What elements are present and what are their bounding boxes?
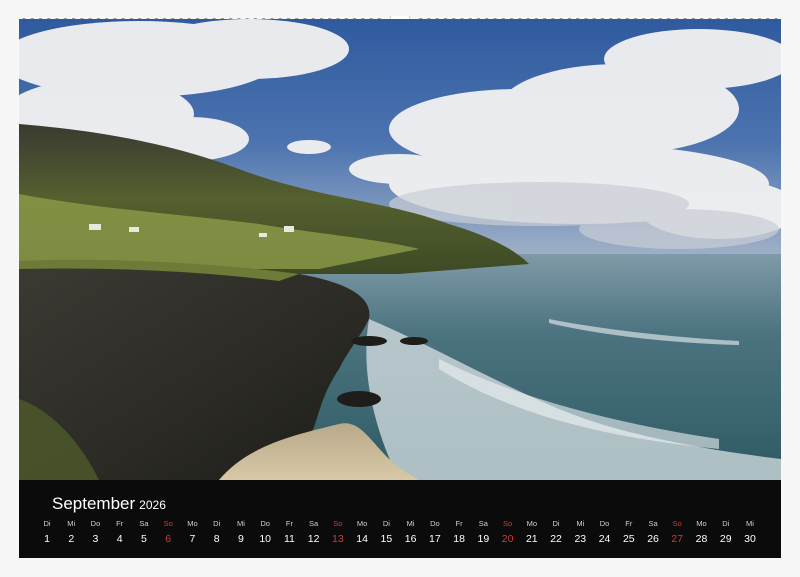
weekday-label: Sa <box>139 519 149 528</box>
weekday-label: Mi <box>576 519 585 528</box>
day-cell: Do 17 <box>425 519 445 545</box>
day-number: 23 <box>574 533 587 545</box>
day-cell: Do 10 <box>255 519 275 545</box>
day-number: 25 <box>622 533 635 545</box>
weekday-label: Di <box>722 519 730 528</box>
day-cell: Di 1 <box>37 519 57 545</box>
day-cell: Mo 28 <box>692 519 712 545</box>
weekday-label: Do <box>90 519 101 528</box>
day-grid: Di 1 Mi 2 Do 3 Fr 4 Sa 5 So 6 Mo 7 Di 8 Mi 9 Do 10 Fr 11 Sa 12 S… <box>43 519 755 553</box>
day-cell: Di 29 <box>716 519 736 545</box>
day-number: 29 <box>719 533 732 545</box>
day-cell: Di 8 <box>207 519 227 545</box>
day-number: 10 <box>259 533 272 545</box>
day-number: 12 <box>307 533 320 545</box>
day-cell: Mo 21 <box>522 519 542 545</box>
day-number: 28 <box>695 533 708 545</box>
weekday-label: Mi <box>236 519 245 528</box>
day-cell: Mo 14 <box>352 519 372 545</box>
weekday-label: Fr <box>625 519 633 528</box>
day-cell: Sa 26 <box>643 519 663 545</box>
weekday-label: Mo <box>526 519 538 528</box>
weekday-label: Mo <box>696 519 707 528</box>
day-number: 27 <box>671 533 684 545</box>
day-cell: Do 24 <box>595 519 615 545</box>
weekday-label: Mi <box>406 519 415 528</box>
day-number: 1 <box>44 533 50 545</box>
day-number: 16 <box>404 533 417 545</box>
day-number: 26 <box>647 533 659 545</box>
day-cell: Fr 4 <box>110 519 130 545</box>
weekday-label: So <box>672 519 682 528</box>
day-number: 13 <box>332 533 344 545</box>
day-number: 4 <box>116 533 123 545</box>
landscape-photo <box>19 19 781 480</box>
weekday-label: Do <box>260 519 270 528</box>
month-name: September <box>52 494 136 513</box>
day-cell: So 20 <box>498 519 518 545</box>
calendar-page: September 2026 Di 1 Mi 2 Do 3 Fr 4 Sa 5 So 6 Mo 7 Di 8 Mi… <box>0 0 800 577</box>
weekday-label: Fr <box>455 519 463 528</box>
day-cell: Sa 12 <box>304 519 324 545</box>
weekday-label: Mi <box>746 519 754 528</box>
weekday-label: Fr <box>285 519 293 528</box>
day-cell: Mo 7 <box>182 519 202 545</box>
weekday-label: Do <box>599 519 610 528</box>
day-cell: Mi 23 <box>570 519 590 545</box>
day-cell: Fr 18 <box>449 519 469 545</box>
weekday-label: Di <box>382 519 390 528</box>
day-number: 24 <box>598 533 611 545</box>
day-number: 14 <box>356 533 368 545</box>
day-cell: Mi 9 <box>231 519 251 545</box>
coastal-cliff-image <box>19 19 781 480</box>
weekday-label: So <box>163 519 173 528</box>
day-cell: Di 22 <box>546 519 566 545</box>
day-cell: Mi 2 <box>61 519 81 545</box>
day-number: 17 <box>429 533 441 545</box>
day-number: 22 <box>550 533 562 545</box>
weekday-label: Mi <box>67 519 76 528</box>
day-number: 19 <box>477 533 490 545</box>
weekday-label: Di <box>213 519 221 528</box>
day-cell: Do 3 <box>85 519 105 545</box>
weekday-label: Mo <box>356 519 368 528</box>
day-cell: So 13 <box>328 519 348 545</box>
weekday-label: Sa <box>309 519 319 528</box>
day-cell: Mi 16 <box>401 519 421 545</box>
calendar-strip: September 2026 Di 1 Mi 2 Do 3 Fr 4 Sa 5 So 6 Mo 7 Di 8 Mi… <box>19 480 781 558</box>
day-cell: Fr 25 <box>619 519 639 545</box>
day-number: 15 <box>380 533 393 545</box>
day-number: 5 <box>141 533 147 545</box>
day-cell: Sa 19 <box>473 519 493 545</box>
day-cell: So 6 <box>158 519 178 545</box>
day-cell: Di 15 <box>376 519 396 545</box>
day-cell: Sa 5 <box>134 519 154 545</box>
weekday-label: Mo <box>187 519 198 528</box>
weekday-label: So <box>333 519 343 528</box>
day-number: 30 <box>744 533 756 545</box>
weekday-label: Di <box>43 519 51 528</box>
day-number: 9 <box>238 533 244 545</box>
day-cell: So 27 <box>667 519 687 545</box>
day-number: 11 <box>283 533 295 545</box>
day-number: 18 <box>453 533 465 545</box>
day-number: 7 <box>189 533 196 545</box>
weekday-label: Do <box>430 519 440 528</box>
day-number: 8 <box>213 533 220 545</box>
weekday-label: Di <box>552 519 560 528</box>
day-number: 21 <box>525 533 538 545</box>
weekday-label: So <box>502 519 513 528</box>
weekday-label: Sa <box>648 519 658 528</box>
weekday-label: Sa <box>478 519 488 528</box>
day-number: 3 <box>92 533 99 545</box>
year-label: 2026 <box>139 498 166 512</box>
day-cell: Fr 11 <box>279 519 299 545</box>
day-number: 6 <box>165 533 172 545</box>
weekday-label: Fr <box>116 519 124 528</box>
month-title: September 2026 <box>52 494 166 514</box>
day-number: 2 <box>68 533 75 545</box>
day-number: 20 <box>501 533 514 545</box>
day-cell: Mi 30 <box>740 519 760 545</box>
